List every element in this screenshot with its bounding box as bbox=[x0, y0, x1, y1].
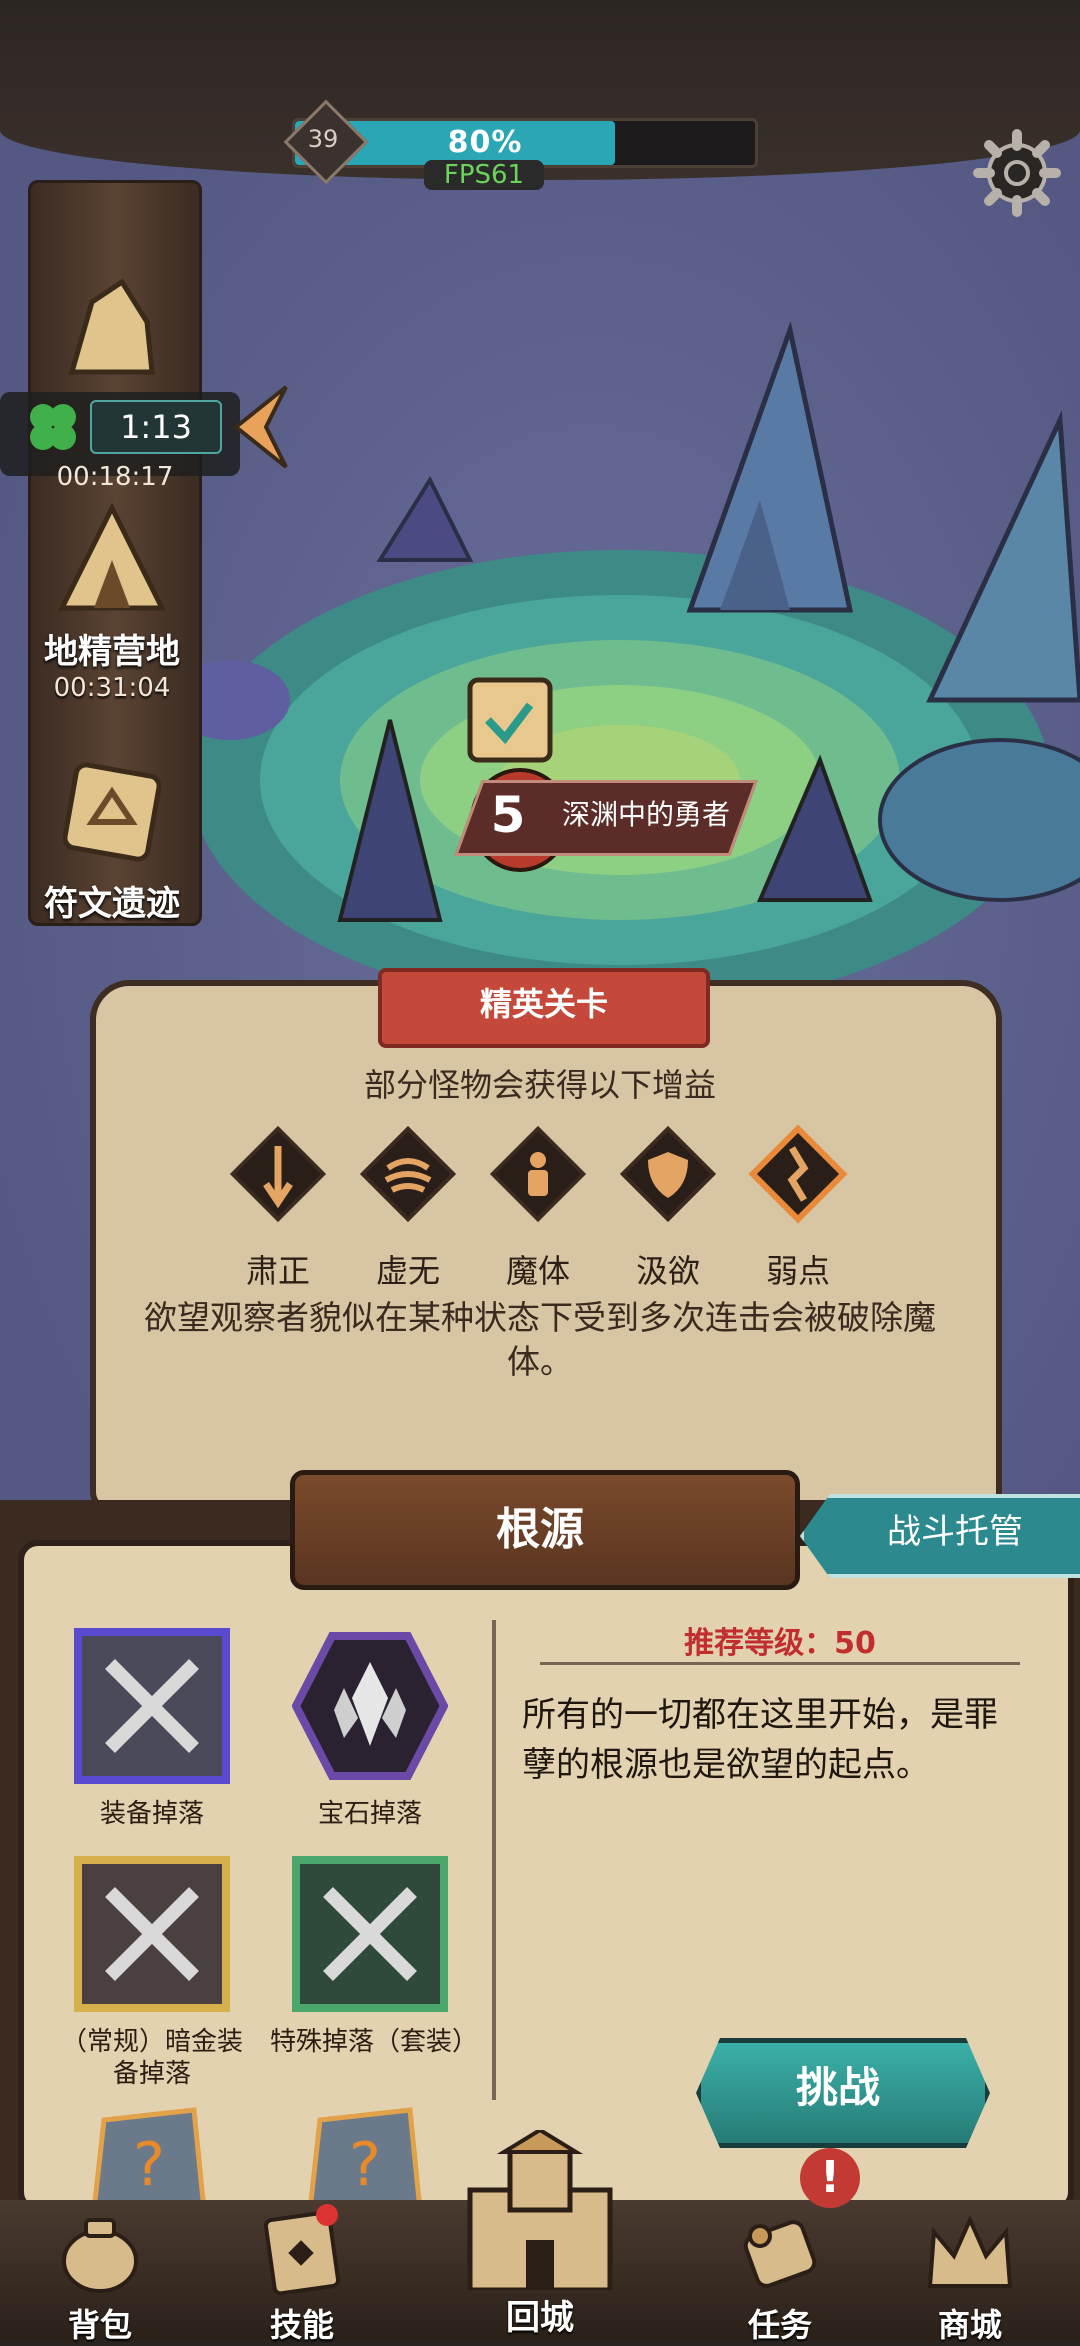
crystal-icon bbox=[291, 1632, 449, 1780]
dungeon-name: 地精营地 bbox=[44, 632, 180, 672]
level-number: 39 bbox=[307, 125, 339, 153]
drop-label: 装备掉落 bbox=[99, 1799, 204, 1829]
collapse-arrow-icon[interactable] bbox=[226, 382, 296, 472]
ruin-icon bbox=[68, 278, 155, 375]
stage-number: 5 bbox=[490, 786, 526, 844]
buff-name: 魔体 bbox=[505, 1252, 570, 1290]
cracked-icon bbox=[748, 1124, 848, 1224]
dungeon-time: 00:31:04 bbox=[53, 673, 171, 703]
auto-battle-label: 战斗托管 bbox=[887, 1512, 1023, 1552]
drop-label: 特殊掉落（套装） bbox=[270, 2027, 479, 2057]
shield-icon bbox=[619, 1125, 717, 1223]
buff-2[interactable]: 虚无 bbox=[348, 1124, 468, 1292]
nav-label: 商城 bbox=[937, 2306, 1002, 2344]
stage-description: 所有的一切都在这里开始，是罪孽的根源也是欲望的起点。 bbox=[522, 1695, 998, 1785]
crossed-swords-icon bbox=[292, 1856, 448, 2012]
question-icon: ? bbox=[307, 2107, 423, 2213]
clover-icon bbox=[18, 392, 88, 462]
svg-text:?: ? bbox=[349, 2130, 381, 2200]
nav-label: 背包 bbox=[67, 2306, 132, 2344]
nav-label: 任务 bbox=[747, 2306, 812, 2344]
buff-4[interactable]: 汲欲 bbox=[608, 1124, 728, 1292]
drop-gem[interactable]: 宝石掉落 bbox=[270, 1628, 470, 1830]
nav-shop[interactable]: 商城 bbox=[890, 2200, 1050, 2344]
buff-1[interactable]: 肃正 bbox=[218, 1124, 338, 1292]
fps-counter: FPS61 bbox=[424, 160, 544, 190]
drop-label: 宝石掉落 bbox=[317, 1799, 422, 1829]
stage-name: 深渊中的勇者 bbox=[562, 798, 731, 831]
void-icon bbox=[359, 1125, 457, 1223]
timer-value: 1:13 bbox=[90, 400, 222, 454]
buff-name: 肃正 bbox=[245, 1252, 310, 1290]
svg-text:?: ? bbox=[133, 2130, 165, 2200]
dungeon-node-rune[interactable]: 符文遗迹 bbox=[28, 752, 196, 925]
buff-name: 汲欲 bbox=[635, 1252, 700, 1290]
crossed-swords-icon bbox=[74, 1628, 230, 1784]
drop-set[interactable]: 特殊掉落（套装） bbox=[270, 1856, 479, 2058]
mystery-drop-1[interactable]: ? bbox=[84, 2100, 214, 2213]
mystery-drop-2[interactable]: ? bbox=[300, 2100, 430, 2213]
sword-down-icon bbox=[229, 1125, 327, 1223]
stage-title: 根源 bbox=[496, 1504, 584, 1555]
elite-tag: 精英关卡 bbox=[378, 968, 710, 1048]
rune-icon bbox=[62, 762, 162, 862]
dungeon-name: 符文遗迹 bbox=[44, 884, 180, 924]
settings-button[interactable] bbox=[972, 128, 1062, 218]
nav-label: 技能 bbox=[269, 2306, 334, 2344]
drop-label: （常规）暗金装备掉落 bbox=[60, 2027, 243, 2089]
nav-quest[interactable]: 任务 bbox=[700, 2200, 860, 2344]
gear-icon bbox=[973, 129, 1061, 217]
quest-alert-badge: ! bbox=[800, 2148, 860, 2208]
scroll-icon bbox=[743, 2220, 817, 2288]
drop-equipment[interactable]: 装备掉落 bbox=[52, 1628, 252, 1830]
dungeon-node-goblin[interactable]: 地精营地 00:31:04 bbox=[28, 500, 196, 703]
castle-icon bbox=[467, 2127, 613, 2293]
bag-icon bbox=[62, 2218, 138, 2293]
recommended-level: 推荐等级：50 bbox=[684, 1626, 876, 1661]
notification-dot bbox=[316, 2204, 338, 2226]
challenge-label: 挑战 bbox=[795, 2063, 880, 2112]
rec-underline bbox=[540, 1662, 1020, 1665]
tent-icon bbox=[57, 502, 167, 611]
question-icon: ? bbox=[91, 2107, 207, 2213]
buff-3[interactable]: 魔体 bbox=[478, 1124, 598, 1292]
buff-name: 虚无 bbox=[375, 1252, 440, 1290]
panel-divider bbox=[492, 1620, 496, 2100]
nav-bag[interactable]: 背包 bbox=[20, 2200, 180, 2344]
elite-subtitle: 部分怪物会获得以下增益 bbox=[363, 1066, 716, 1104]
nav-label: 回城 bbox=[506, 2298, 574, 2338]
crown-icon bbox=[927, 2215, 1013, 2288]
dungeon-node-1-time: 00:18:17 bbox=[56, 462, 174, 492]
crossed-swords-icon bbox=[74, 1856, 230, 2012]
demon-body-icon bbox=[489, 1125, 587, 1223]
dungeon-node-1[interactable] bbox=[28, 262, 196, 386]
nav-skills[interactable]: 技能 bbox=[222, 2200, 382, 2344]
buff-description: 欲望观察者貌似在某种状态下受到多次连击会被破除魔体。 bbox=[144, 1298, 936, 1381]
drop-dark-gold[interactable]: （常规）暗金装备掉落 bbox=[52, 1856, 252, 2090]
buff-name: 弱点 bbox=[765, 1252, 830, 1290]
buff-5[interactable]: 弱点 bbox=[738, 1124, 858, 1292]
